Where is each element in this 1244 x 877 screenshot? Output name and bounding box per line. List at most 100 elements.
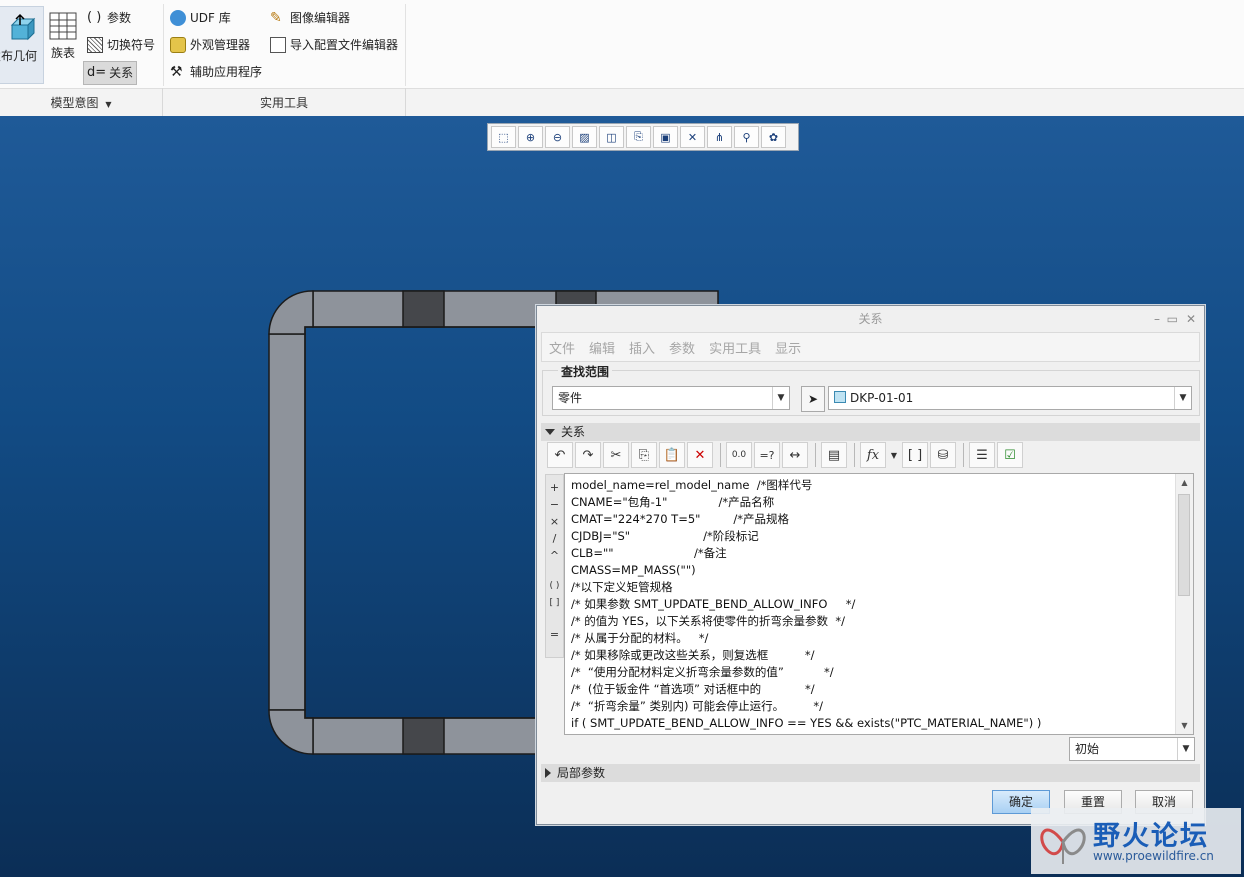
menu-display[interactable]: 显示	[775, 338, 801, 357]
dimension-value-icon[interactable]: 0.0	[726, 442, 752, 468]
evaluate-icon[interactable]: =?	[754, 442, 780, 468]
operator-parentheses[interactable]: ( )	[546, 578, 563, 595]
check-relations-icon[interactable]: ☑	[997, 442, 1023, 468]
zoom-in-icon[interactable]: ⊕	[518, 126, 543, 148]
appearance-manager-label: 外观管理器	[190, 38, 251, 52]
relations-button[interactable]: d= 关系	[83, 61, 138, 85]
zoom-out-icon[interactable]: ⊖	[545, 126, 570, 148]
scroll-up-icon[interactable]: ▲	[1176, 474, 1193, 491]
operator-divide[interactable]: /	[546, 530, 563, 547]
publish-geometry-icon	[10, 13, 36, 41]
redo-icon[interactable]: ↷	[575, 442, 601, 468]
refit-icon[interactable]: ⬚	[491, 126, 516, 148]
parameter-lock-icon[interactable]: ⛁	[930, 442, 956, 468]
operator-equals[interactable]: =	[546, 626, 563, 643]
parameter-brackets-icon[interactable]: [ ]	[902, 442, 928, 468]
relations-editor[interactable]: model_name=rel_model_name /*图样代号 CNAME="…	[564, 473, 1194, 735]
part-icon	[834, 391, 846, 403]
verify-icon[interactable]: ▤	[821, 442, 847, 468]
group-separator	[162, 88, 163, 116]
ok-button-label: 确定	[1008, 795, 1033, 809]
publish-geometry-button[interactable]: 发布几何	[0, 6, 44, 84]
operator-plus[interactable]: +	[546, 479, 563, 496]
menu-edit[interactable]: 编辑	[589, 338, 615, 357]
expand-triangle-icon	[545, 768, 551, 778]
scope-type-value: 零件	[558, 391, 583, 405]
copy-icon[interactable]: ⎘	[631, 442, 657, 468]
operator-multiply[interactable]: ×	[546, 513, 563, 530]
relation-line: CNAME="包角-1" /*产品名称	[571, 495, 775, 509]
dimension-icon[interactable]: ↔	[782, 442, 808, 468]
operator-power[interactable]: ^	[546, 547, 563, 564]
paste-icon[interactable]: 📋	[659, 442, 685, 468]
view-manager-icon[interactable]: ▣	[653, 126, 678, 148]
local-params-label: 局部参数	[557, 766, 606, 780]
switch-symbol-label: 切换符号	[107, 38, 156, 52]
chevron-down-icon: ▼	[772, 387, 789, 409]
operator-brackets[interactable]: [ ]	[546, 595, 563, 612]
family-table-button[interactable]: 族表	[46, 6, 80, 82]
minimize-icon[interactable]: –	[1154, 306, 1160, 332]
local-params-section-header[interactable]: 局部参数	[541, 764, 1200, 782]
relations-section-header[interactable]: 关系	[541, 423, 1200, 441]
tools-icon: ⚒	[170, 64, 183, 80]
group-utilities: 实用工具	[163, 89, 405, 117]
import-config-editor-button[interactable]: 导入配置文件编辑器	[270, 34, 398, 56]
repaint-icon[interactable]: ▨	[572, 126, 597, 148]
operator-bar: + − × / ^ ( ) [ ] =	[545, 474, 564, 658]
switch-symbol-icon	[87, 37, 103, 53]
sort-relations-icon[interactable]: ☰	[969, 442, 995, 468]
maximize-icon[interactable]: ▭	[1167, 306, 1178, 332]
image-editor-button[interactable]: ✎ 图像编辑器	[270, 7, 350, 29]
operator-minus[interactable]: −	[546, 496, 563, 513]
scope-model-select[interactable]: DKP-01-01 ▼	[828, 386, 1192, 410]
group-model-intent[interactable]: 模型意图 ▼	[0, 89, 162, 117]
function-icon[interactable]: fx	[860, 442, 886, 468]
spin-center-icon[interactable]: ⚲	[734, 126, 759, 148]
cut-icon[interactable]: ✂	[603, 442, 629, 468]
saved-orientation-icon[interactable]: ⎘	[626, 126, 651, 148]
datum-display-icon[interactable]: ✕	[680, 126, 705, 148]
udf-library-icon	[170, 10, 186, 26]
dialog-titlebar[interactable]: 关系 – ▭ ✕	[537, 306, 1204, 332]
relations-text[interactable]: model_name=rel_model_name /*图样代号 CNAME="…	[571, 477, 1171, 732]
toolbar-separator	[963, 443, 964, 467]
relation-line: CMASS=MP_MASS("")	[571, 563, 696, 577]
chevron-down-icon[interactable]: ▼	[888, 442, 900, 468]
collapse-triangle-icon	[545, 429, 555, 435]
params-label: 参数	[107, 11, 132, 25]
relation-line: /* 如果参数 SMT_UPDATE_BEND_ALLOW_INFO */	[571, 597, 856, 611]
appearance-icon[interactable]: ✿	[761, 126, 786, 148]
toolbar-separator	[720, 443, 721, 467]
scroll-down-icon[interactable]: ▼	[1176, 717, 1193, 734]
params-button[interactable]: ( ) 参数	[87, 7, 131, 29]
pencil-icon: ✎	[270, 10, 282, 26]
scroll-thumb[interactable]	[1178, 494, 1190, 596]
import-config-icon	[270, 37, 286, 53]
relation-state-value: 初始	[1075, 742, 1100, 756]
relation-line: CMAT="224*270 T=5" /*产品规格	[571, 512, 789, 526]
annotation-display-icon[interactable]: ⋔	[707, 126, 732, 148]
editor-scrollbar[interactable]: ▲ ▼	[1175, 474, 1193, 734]
close-icon[interactable]: ✕	[1186, 306, 1196, 332]
select-model-button[interactable]: ➤	[801, 386, 825, 412]
display-style-icon[interactable]: ◫	[599, 126, 624, 148]
menu-utilities[interactable]: 实用工具	[709, 338, 761, 357]
image-editor-label: 图像编辑器	[290, 11, 351, 25]
udf-library-button[interactable]: UDF 库	[170, 7, 231, 29]
appearance-manager-button[interactable]: 外观管理器	[170, 34, 250, 56]
relation-line: /* (位于钣金件 “首选项” 对话框中的 */	[571, 682, 815, 696]
relation-line: /* 如果移除或更改这些关系，则复选框 */	[571, 648, 815, 662]
ribbon-body: 发布几何 族表 ( ) 参数 切换符号 d= 关系 UDF 库 外观管理	[0, 0, 1244, 88]
undo-icon[interactable]: ↶	[547, 442, 573, 468]
scope-type-select[interactable]: 零件 ▼	[552, 386, 790, 410]
cursor-arrow-icon: ➤	[807, 392, 819, 406]
menu-params[interactable]: 参数	[669, 338, 695, 357]
menu-insert[interactable]: 插入	[629, 338, 655, 357]
auxiliary-app-button[interactable]: ⚒ 辅助应用程序	[170, 61, 262, 83]
menu-file[interactable]: 文件	[549, 338, 575, 357]
relation-state-select[interactable]: 初始 ▼	[1069, 737, 1195, 761]
delete-icon[interactable]: ✕	[687, 442, 713, 468]
group-model-intent-label: 模型意图	[50, 96, 99, 110]
switch-symbol-button[interactable]: 切换符号	[87, 34, 155, 56]
